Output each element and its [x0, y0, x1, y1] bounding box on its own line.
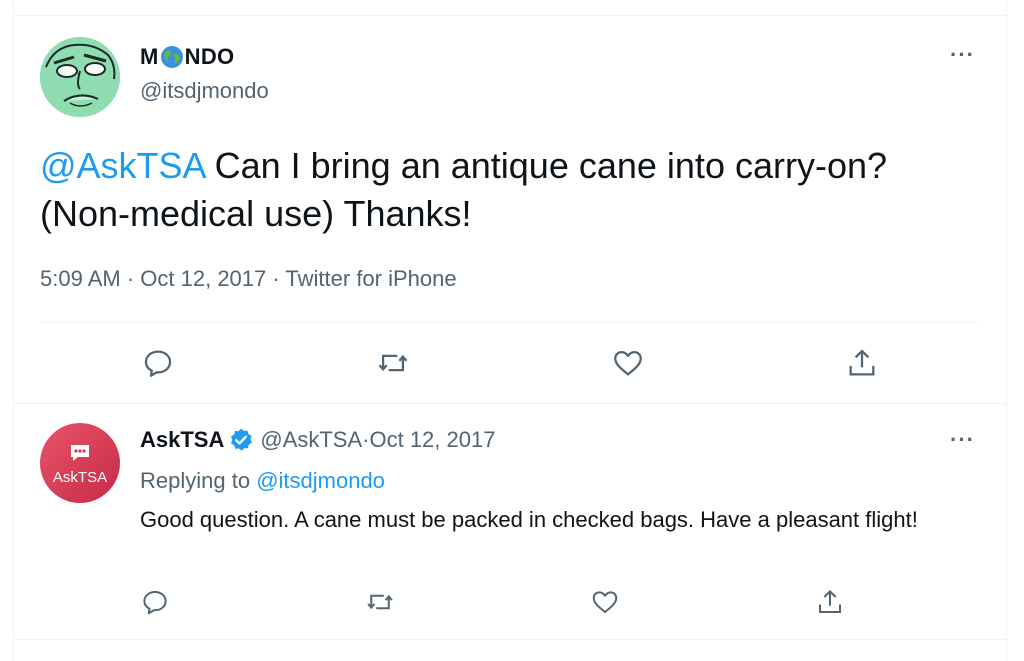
- reply-text: Good question. A cane must be packed in …: [140, 507, 918, 532]
- author-name-part-right: NDO: [184, 44, 235, 69]
- face-illustration-icon: [40, 37, 120, 117]
- replying-to-handle-link[interactable]: @itsdjmondo: [256, 468, 385, 493]
- meta-separator: ·: [266, 266, 286, 291]
- tweet-date[interactable]: Oct 12, 2017: [140, 266, 266, 291]
- reply-button[interactable]: [140, 587, 170, 617]
- reply-author-name[interactable]: AskTSA: [140, 427, 224, 453]
- replying-to: Replying to @itsdjmondo: [140, 468, 385, 494]
- share-button[interactable]: [815, 587, 845, 617]
- divider: [14, 403, 1006, 404]
- retweet-icon: [378, 354, 408, 372]
- replying-to-label: Replying to: [140, 468, 257, 493]
- chat-bubble-icon: [71, 445, 89, 461]
- globe-emoji-icon: [160, 46, 183, 68]
- verified-badge-icon: [231, 428, 253, 451]
- retweet-button[interactable]: [365, 587, 395, 617]
- reply-more-options-button[interactable]: ···: [950, 427, 975, 453]
- reply-header: AskTSA @AskTSA · Oct 12, 2017: [140, 427, 495, 453]
- divider: [40, 322, 979, 323]
- retweet-icon: [367, 594, 393, 610]
- tweet-more-options-button[interactable]: ···: [950, 42, 975, 68]
- divider: [14, 639, 1006, 640]
- reply-button[interactable]: [141, 346, 175, 380]
- avatar-label: AskTSA: [52, 469, 108, 486]
- like-button[interactable]: [611, 346, 645, 380]
- reply-icon: [143, 591, 167, 615]
- tweet-metadata: 5:09 AM · Oct 12, 2017 · Twitter for iPh…: [40, 266, 457, 292]
- tweet-text: @AskTSA Can I bring an antique cane into…: [40, 142, 980, 238]
- reply-date[interactable]: Oct 12, 2017: [369, 427, 495, 453]
- reply-author-handle[interactable]: @AskTSA: [260, 427, 362, 453]
- retweet-button[interactable]: [376, 346, 410, 380]
- asktsa-avatar[interactable]: AskTSA: [40, 423, 120, 503]
- author-name-part-left: M: [140, 44, 159, 69]
- reply-icon: [144, 350, 172, 377]
- meta-separator: ·: [120, 266, 141, 291]
- mention-link[interactable]: @AskTSA: [40, 145, 205, 186]
- like-button[interactable]: [590, 587, 620, 617]
- top-divider: [14, 15, 1006, 16]
- share-icon: [849, 349, 875, 376]
- heart-icon: [592, 591, 618, 613]
- tweet-time[interactable]: 5:09 AM: [40, 266, 121, 291]
- meta-separator: ·: [362, 427, 370, 452]
- tweet-source[interactable]: Twitter for iPhone: [285, 266, 456, 291]
- share-button[interactable]: [845, 346, 879, 380]
- tweet-author-handle[interactable]: @itsdjmondo: [140, 78, 269, 104]
- mondo-avatar[interactable]: [40, 37, 120, 117]
- share-icon: [819, 589, 841, 613]
- tweet-author-name[interactable]: M NDO: [140, 44, 234, 70]
- heart-icon: [614, 350, 642, 376]
